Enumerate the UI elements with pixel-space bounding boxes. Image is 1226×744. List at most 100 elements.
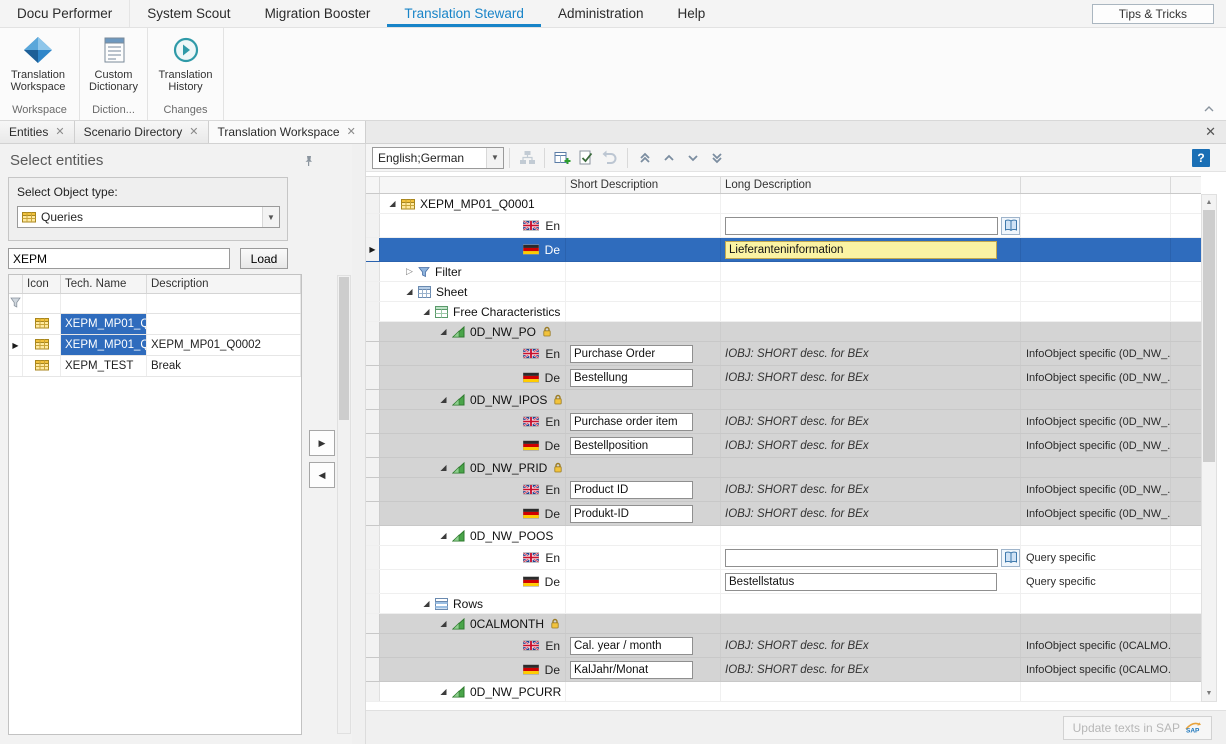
- long-description-input[interactable]: [725, 241, 997, 259]
- tree-node-row[interactable]: ◢0D_NW_IPOS: [366, 390, 1201, 410]
- close-icon[interactable]: ✕: [189, 127, 198, 138]
- menu-translation-steward[interactable]: Translation Steward: [387, 0, 541, 27]
- translation-workspace-button[interactable]: Translation Workspace: [6, 32, 70, 93]
- collapse-toggle-icon[interactable]: ◢: [437, 395, 450, 404]
- menu-migration-booster[interactable]: Migration Booster: [248, 0, 388, 27]
- menu-docu-performer[interactable]: Docu Performer: [0, 0, 130, 27]
- pin-icon[interactable]: [303, 155, 314, 170]
- collapse-toggle-icon[interactable]: ◢: [437, 619, 450, 628]
- short-description-input[interactable]: [570, 413, 693, 431]
- search-input[interactable]: [8, 248, 230, 269]
- tree-node-row[interactable]: ▷Filter: [366, 262, 1201, 282]
- tab-scenario-directory[interactable]: Scenario Directory ✕: [75, 121, 209, 143]
- column-header-short-description[interactable]: Short Description: [566, 177, 721, 193]
- column-header-long-description[interactable]: Long Description: [721, 177, 1021, 193]
- move-left-button[interactable]: ◀: [309, 462, 335, 488]
- tree-node-row[interactable]: ◢0D_NW_PCURR: [366, 682, 1201, 702]
- language-selector[interactable]: English;German ▼: [372, 147, 504, 169]
- close-icon[interactable]: ✕: [347, 127, 356, 138]
- tab-entities[interactable]: Entities ✕: [0, 121, 75, 143]
- tree-node-row[interactable]: ◢Sheet: [366, 282, 1201, 302]
- move-bottom-icon[interactable]: [705, 146, 729, 170]
- collapse-toggle-icon[interactable]: ◢: [437, 531, 450, 540]
- undo-icon[interactable]: [598, 146, 622, 170]
- table-row[interactable]: XEPM_MP01_Q...: [9, 314, 301, 335]
- short-description-input[interactable]: [570, 369, 693, 387]
- translation-row[interactable]: En: [366, 214, 1201, 238]
- tech-name-cell[interactable]: XEPM_TEST: [61, 356, 147, 376]
- translation-row[interactable]: DeIOBJ: SHORT desc. for BExInfoObject sp…: [366, 434, 1201, 458]
- tree-node-row[interactable]: ◢0CALMONTH: [366, 614, 1201, 634]
- table-row[interactable]: ▶XEPM_MP01_Q...XEPM_MP01_Q0002: [9, 335, 301, 356]
- table-row[interactable]: XEPM_TESTBreak: [9, 356, 301, 377]
- move-right-button[interactable]: ▶: [309, 430, 335, 456]
- update-texts-button[interactable]: Update texts in SAP SAP: [1063, 716, 1212, 740]
- menu-administration[interactable]: Administration: [541, 0, 661, 27]
- long-description-input[interactable]: [725, 549, 998, 567]
- tree-node-row[interactable]: ◢Rows: [366, 594, 1201, 614]
- scrollbar-thumb[interactable]: [1203, 210, 1215, 462]
- column-header-tech-name[interactable]: Tech. Name: [61, 275, 147, 293]
- custom-dictionary-button[interactable]: Custom Dictionary: [86, 32, 141, 93]
- tech-name-cell[interactable]: XEPM_MP01_Q...: [61, 314, 147, 334]
- column-header-icon[interactable]: Icon: [23, 275, 61, 293]
- move-up-icon[interactable]: [657, 146, 681, 170]
- translation-row[interactable]: EnIOBJ: SHORT desc. for BExInfoObject sp…: [366, 410, 1201, 434]
- collapse-toggle-icon[interactable]: ◢: [386, 199, 399, 208]
- filter-row[interactable]: [9, 294, 301, 314]
- close-icon[interactable]: ✕: [1195, 121, 1226, 143]
- validate-icon[interactable]: [574, 146, 598, 170]
- collapse-toggle-icon[interactable]: ◢: [420, 307, 433, 316]
- menu-system-scout[interactable]: System Scout: [130, 0, 247, 27]
- description-cell[interactable]: Break: [147, 356, 301, 376]
- dictionary-lookup-button[interactable]: [1001, 217, 1020, 235]
- expand-toggle-icon[interactable]: ▷: [403, 266, 416, 277]
- translation-row[interactable]: DeIOBJ: SHORT desc. for BExInfoObject sp…: [366, 658, 1201, 682]
- translation-row[interactable]: DeIOBJ: SHORT desc. for BExInfoObject sp…: [366, 366, 1201, 390]
- ribbon-collapse-chevron-icon[interactable]: [1200, 102, 1218, 116]
- dictionary-lookup-button[interactable]: [1001, 549, 1020, 567]
- tree-node-row[interactable]: ◢Free Characteristics: [366, 302, 1201, 322]
- tips-tricks-button[interactable]: Tips & Tricks: [1092, 4, 1214, 24]
- column-header-description[interactable]: Description: [147, 275, 301, 293]
- translation-history-button[interactable]: Translation History: [154, 32, 217, 93]
- move-top-icon[interactable]: [633, 146, 657, 170]
- load-button[interactable]: Load: [240, 248, 288, 269]
- translation-row[interactable]: DeQuery specific: [366, 570, 1201, 594]
- tree-node-row[interactable]: ◢0D_NW_PO: [366, 322, 1201, 342]
- grid-scrollbar[interactable]: ▲ ▼: [1201, 194, 1217, 702]
- move-down-icon[interactable]: [681, 146, 705, 170]
- short-description-input[interactable]: [570, 637, 693, 655]
- tab-translation-workspace[interactable]: Translation Workspace ✕: [209, 121, 366, 143]
- scroll-up-icon[interactable]: ▲: [1202, 195, 1216, 210]
- translation-row[interactable]: EnIOBJ: SHORT desc. for BExInfoObject sp…: [366, 478, 1201, 502]
- object-type-dropdown[interactable]: Queries ▼: [17, 206, 280, 228]
- description-cell[interactable]: XEPM_MP01_Q0002: [147, 335, 301, 355]
- panel-splitter[interactable]: [352, 144, 365, 744]
- short-description-input[interactable]: [570, 661, 693, 679]
- short-description-input[interactable]: [570, 481, 693, 499]
- short-description-input[interactable]: [570, 345, 693, 363]
- translation-row[interactable]: EnIOBJ: SHORT desc. for BExInfoObject sp…: [366, 342, 1201, 366]
- translation-row[interactable]: EnIOBJ: SHORT desc. for BExInfoObject sp…: [366, 634, 1201, 658]
- tree-node-row[interactable]: ◢0D_NW_PRID: [366, 458, 1201, 478]
- close-icon[interactable]: ✕: [55, 127, 64, 138]
- long-description-input[interactable]: [725, 573, 997, 591]
- chevron-down-icon[interactable]: ▼: [486, 148, 503, 168]
- translation-row[interactable]: EnQuery specific: [366, 546, 1201, 570]
- collapse-toggle-icon[interactable]: ◢: [437, 687, 450, 696]
- left-panel-scrollbar[interactable]: [337, 275, 351, 734]
- tree-node-row[interactable]: ◢0D_NW_POOS: [366, 526, 1201, 546]
- translation-row[interactable]: ▶De: [366, 238, 1201, 262]
- collapse-toggle-icon[interactable]: ◢: [437, 463, 450, 472]
- scrollbar-thumb[interactable]: [339, 277, 349, 420]
- collapse-toggle-icon[interactable]: ◢: [403, 287, 416, 296]
- collapse-toggle-icon[interactable]: ◢: [420, 599, 433, 608]
- tree-node-row[interactable]: ◢XEPM_MP01_Q0001: [366, 194, 1201, 214]
- scroll-down-icon[interactable]: ▼: [1202, 686, 1216, 701]
- tech-name-cell[interactable]: XEPM_MP01_Q...: [61, 335, 147, 355]
- translation-row[interactable]: DeIOBJ: SHORT desc. for BExInfoObject sp…: [366, 502, 1201, 526]
- add-language-icon[interactable]: [550, 146, 574, 170]
- help-button[interactable]: ?: [1192, 149, 1210, 167]
- short-description-input[interactable]: [570, 505, 693, 523]
